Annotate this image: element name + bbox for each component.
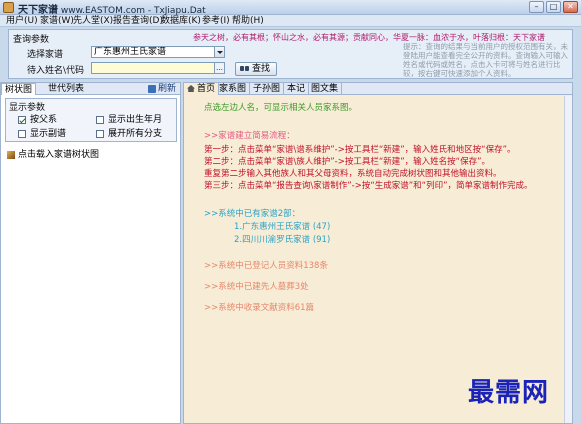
- checkbox-empty-icon: [96, 129, 104, 138]
- menu-report-query[interactable]: 报告查询(D): [113, 15, 163, 27]
- name-code-input[interactable]: …: [91, 62, 225, 74]
- display-params-title: 显示参数: [9, 103, 46, 113]
- menu-ancestor-hall[interactable]: 先人堂(X): [73, 15, 113, 27]
- trees-title: >>系统中已有家谱2部：: [204, 209, 301, 219]
- search-button[interactable]: 查找: [235, 62, 277, 76]
- display-params-group: 显示参数 按父系 显示出生年月 显示副谱 展开所有分支: [5, 98, 177, 142]
- family-tree-icon: [7, 150, 15, 159]
- family-tree-select[interactable]: 广东惠州王氏家谱: [91, 46, 225, 58]
- stat-tombs: >>系统中已建先人墓葬3处: [204, 282, 309, 292]
- step-1: 第一步：点击菜单“家谱\谱系维护”->按工具栏“新建”，输入姓氏和地区按“保存”…: [204, 145, 516, 155]
- stat-people: >>系统中已登记人员资料138条: [204, 261, 328, 271]
- watermark-text: 最需网: [468, 378, 550, 408]
- binoculars-icon: [240, 65, 249, 72]
- refresh-label: 刷新: [157, 84, 176, 94]
- checkbox-expand-all[interactable]: 展开所有分支: [96, 129, 162, 139]
- checkbox-label: 按父系: [30, 115, 58, 125]
- checkbox-empty-icon: [18, 129, 26, 138]
- step-3: 第三步：点击菜单“报告查询\家谱制作”->按“生成家谱”和“列印”，简单家谱制作…: [204, 181, 533, 191]
- menu-tree[interactable]: 家谱(W): [40, 15, 74, 27]
- steps-title: >>家谱建立简易流程：: [204, 131, 295, 141]
- refresh-button[interactable]: 刷新: [147, 83, 176, 95]
- tab-gallery[interactable]: 图文集: [308, 83, 343, 95]
- stat-documents: >>系统中收录文献资料61篇: [204, 303, 315, 313]
- window-title: 天下家谱 www.EASTOM.com - TxJiapu.Dat: [18, 1, 206, 16]
- search-button-label: 查找: [252, 64, 271, 74]
- right-tab-bar: 首页 家系图 子孙图 本记 图文集: [184, 83, 572, 95]
- tab-descendant-chart[interactable]: 子孙图: [250, 83, 285, 95]
- step-2: 第二步：点击菜单“家谱\族人维护”->按工具栏“新建”，输入姓名按“保存”。: [204, 157, 490, 167]
- checkbox-checked-icon: [18, 115, 26, 124]
- tab-home[interactable]: 首页: [184, 83, 220, 95]
- tree-link-2[interactable]: 2.四川川渝罗氏家谱 (91): [234, 233, 330, 245]
- step-repeat: 重复第二步输入其他族人和其父母资料，系统自动完成树状图和其他输出资料。: [204, 169, 502, 179]
- close-button[interactable]: ✕: [563, 1, 578, 13]
- tab-biography[interactable]: 本记: [284, 83, 310, 95]
- menu-database[interactable]: 数据库(K): [161, 15, 201, 27]
- menu-user[interactable]: 用户(U): [6, 15, 38, 27]
- picker-icon[interactable]: …: [214, 63, 224, 73]
- tab-generation-list[interactable]: 世代列表: [45, 83, 87, 95]
- menu-help[interactable]: 帮助(H): [232, 15, 264, 27]
- tab-home-label: 首页: [197, 84, 216, 94]
- tip-text: 提示：查询的结果与当前用户的授权范围有关，未登陆用户能查看完全公开的资料。查询输…: [403, 42, 568, 78]
- chevron-down-icon[interactable]: [214, 47, 224, 57]
- tree-view-area[interactable]: 点击载入家谱树状图: [5, 145, 177, 419]
- tab-family-chart[interactable]: 家系图: [216, 83, 251, 95]
- vertical-scrollbar[interactable]: [564, 96, 572, 423]
- home-icon: [187, 85, 195, 92]
- tab-tree-view[interactable]: 树状图: [1, 83, 37, 95]
- name-code-label: 待入姓名\代码: [27, 66, 85, 76]
- window-controls: – □ ✕: [529, 1, 578, 13]
- minimize-button[interactable]: –: [529, 1, 544, 13]
- checkbox-label: 展开所有分支: [108, 129, 163, 139]
- app-logo-icon: [3, 2, 14, 13]
- query-section-title: 查询参数: [13, 35, 50, 45]
- tree-link-1[interactable]: 1.广东惠州王氏家谱 (47): [234, 220, 330, 232]
- checkbox-birth-date[interactable]: 显示出生年月: [96, 115, 162, 125]
- menu-reference[interactable]: 参考(I): [202, 15, 230, 27]
- hint-text: 点选左边人名，可显示相关人员家系图。: [204, 103, 358, 113]
- left-tab-bar: 树状图 世代列表 刷新: [1, 83, 180, 95]
- query-panel: 查询参数 参天之树，必有其根；怀山之水，必有其源；贡献同心，华夏一脉：血浓于水，…: [8, 29, 573, 79]
- tree-item-load[interactable]: 点击载入家谱树状图: [7, 147, 99, 160]
- checkbox-label: 显示出生年月: [108, 115, 163, 125]
- select-tree-label: 选择家谱: [27, 50, 64, 60]
- maximize-button[interactable]: □: [546, 1, 561, 13]
- left-pane: 树状图 世代列表 刷新 显示参数 按父系 显示出生年月 显示副谱 展开所有分支 …: [0, 82, 181, 424]
- tree-item-label: 点击载入家谱树状图: [18, 150, 100, 160]
- menu-bar: 用户(U) 家谱(W) 先人堂(X) 报告查询(D) 数据库(K) 参考(I) …: [0, 15, 581, 27]
- checkbox-label: 显示副谱: [30, 129, 67, 139]
- title-bar: 天下家谱 www.EASTOM.com - TxJiapu.Dat – □ ✕: [0, 0, 581, 16]
- refresh-icon: [147, 84, 156, 93]
- checkbox-empty-icon: [96, 115, 104, 124]
- checkbox-sub-tree[interactable]: 显示副谱: [18, 129, 66, 139]
- checkbox-paternal[interactable]: 按父系: [18, 115, 57, 125]
- selected-tree-value: 广东惠州王氏家谱: [94, 47, 167, 57]
